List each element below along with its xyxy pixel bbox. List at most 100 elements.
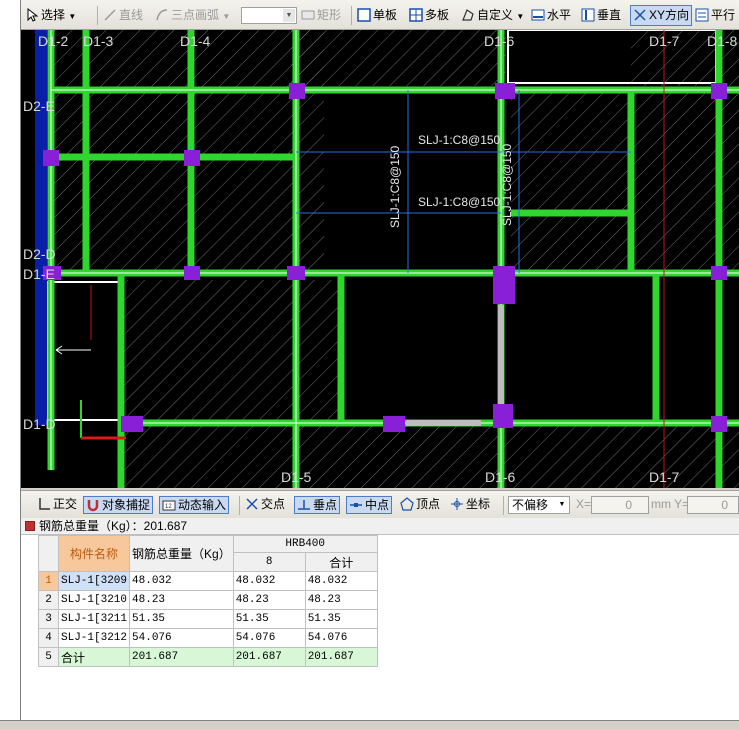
total-weight-title: 钢筋总重量（Kg）：201.687 <box>39 519 188 533</box>
table-row[interactable]: 3 SLJ-1[3211 51.35 51.35 51.35 <box>38 609 378 629</box>
rebar-weight-table: 构件名称 钢筋总重量（Kg） HRB400 8 合计 1 SLJ-1[3209 … <box>38 535 378 667</box>
axis-label: D1-2 <box>38 33 69 49</box>
axis-label: D1-4 <box>180 33 211 49</box>
axis-label: D2-D <box>23 246 56 262</box>
drawing-canvas[interactable]: D1-2 D1-3 D1-4 D1-6 D1-7 D1-8 D2-E D2-D … <box>21 30 739 488</box>
vertical-button[interactable]: 垂直 <box>581 6 621 25</box>
vertical-label: 垂直 <box>597 8 622 22</box>
cell-component-name: SLJ-1[3212 <box>57 628 131 648</box>
intersection-label: 交点 <box>261 497 286 511</box>
row-index: 3 <box>38 609 59 629</box>
separator <box>239 496 240 515</box>
xy-direction-button[interactable]: XY方向 <box>630 5 693 26</box>
ortho-label: 正交 <box>53 497 78 511</box>
midpoint-snap[interactable]: 中点 <box>346 496 393 514</box>
cell-sum: 51.35 <box>304 609 378 629</box>
cell-sum: 54.076 <box>304 628 378 648</box>
select-button[interactable]: 选择 ▼ <box>25 6 76 25</box>
coordinate-snap[interactable]: 坐标 <box>450 496 490 514</box>
single-slab-button[interactable]: 单板 <box>357 6 397 25</box>
draw-toolbar: 选择 ▼ 直线 三点画弧 ▼ ▼ 矩形 单板 多板 自定义 ▼ 水平 垂直 XY… <box>21 0 739 30</box>
row-index: 1 <box>38 571 59 591</box>
dynamic-input-label: 动态输入 <box>178 498 227 512</box>
rectangle-icon <box>301 8 315 22</box>
line-icon <box>103 8 117 22</box>
ortho-toggle[interactable]: 正交 <box>37 496 77 514</box>
rect-label: 矩形 <box>317 8 342 22</box>
arc-button[interactable]: 三点画弧 ▼ <box>155 6 230 25</box>
perpendicular-label: 垂点 <box>313 498 338 512</box>
cursor-arrow-icon <box>25 7 39 22</box>
axis-label: D1-6 <box>484 33 515 49</box>
cell-total-weight: 51.35 <box>129 609 234 629</box>
cell-component-name: SLJ-1[3211 <box>57 609 131 629</box>
parallel-button[interactable]: 平行 <box>695 6 735 25</box>
rebar-label: SLJ-1:C8@150 <box>500 143 514 226</box>
y-input[interactable]: 0 <box>687 496 739 514</box>
x-input[interactable]: 0 <box>591 496 649 514</box>
status-bar <box>0 720 739 729</box>
vertex-icon <box>400 497 414 511</box>
cell-total-weight: 201.687 <box>129 647 234 667</box>
xy-direction-icon <box>633 8 647 22</box>
arc-label: 三点画弧 <box>171 8 220 22</box>
vertex-snap[interactable]: 顶点 <box>400 496 440 514</box>
magnet-icon <box>86 498 100 512</box>
offset-value: 不偏移 <box>512 498 549 512</box>
table-row-total[interactable]: 5 合计 201.687 201.687 201.687 <box>38 647 378 667</box>
custom-button[interactable]: 自定义 ▼ <box>461 6 524 25</box>
svg-text:12: 12 <box>165 504 172 510</box>
arc-mode-select[interactable]: ▼ <box>241 7 297 24</box>
table-row[interactable]: 1 SLJ-1[3209 48.032 48.032 48.032 <box>38 571 378 591</box>
parallel-icon <box>695 8 709 22</box>
cell-sum: 48.23 <box>304 590 378 610</box>
cell-total-weight: 48.23 <box>129 590 234 610</box>
separator <box>503 496 504 515</box>
row-index: 2 <box>38 590 59 610</box>
line-button[interactable]: 直线 <box>103 6 143 25</box>
ortho-icon <box>37 497 51 511</box>
perpendicular-snap[interactable]: 垂点 <box>294 496 341 514</box>
cell-diameter-8: 48.032 <box>232 571 306 591</box>
intersection-snap[interactable]: 交点 <box>245 496 285 514</box>
axis-label: D1-D <box>23 416 56 432</box>
coordinate-icon <box>450 497 464 511</box>
col-grade-hrb400: HRB400 <box>232 535 378 553</box>
multi-slab-icon <box>409 8 423 22</box>
axis-label: D1-6 <box>485 469 516 485</box>
multi-slab-label: 多板 <box>425 8 450 22</box>
multi-slab-button[interactable]: 多板 <box>409 6 449 25</box>
rect-button[interactable]: 矩形 <box>301 6 341 25</box>
horizontal-button[interactable]: 水平 <box>531 6 571 25</box>
x-label: X= <box>576 497 592 511</box>
axis-label: D1-E <box>23 266 55 282</box>
x-value: 0 <box>625 498 632 512</box>
rebar-label: SLJ-1:C8@150 <box>388 145 402 228</box>
parallel-label: 平行 <box>711 8 736 22</box>
cell-diameter-8: 51.35 <box>232 609 306 629</box>
coordinate-label: 坐标 <box>466 497 491 511</box>
col-sum: 合计 <box>304 552 378 572</box>
row-index: 4 <box>38 628 59 648</box>
cell-sum: 201.687 <box>304 647 378 667</box>
vertex-label: 顶点 <box>416 497 441 511</box>
chevron-down-icon: ▼ <box>283 9 295 22</box>
xy-direction-label: XY方向 <box>649 8 690 22</box>
select-label: 选择 <box>41 8 66 22</box>
offset-select[interactable]: 不偏移 ▼ <box>508 496 570 514</box>
perpendicular-icon <box>297 498 311 512</box>
axis-label: D1-3 <box>83 33 114 49</box>
cell-diameter-8: 48.23 <box>232 590 306 610</box>
table-header-bar: 钢筋总重量（Kg）：201.687 <box>21 518 739 535</box>
object-snap-toggle[interactable]: 对象捕捉 <box>83 496 154 514</box>
dynamic-input-toggle[interactable]: 12 动态输入 <box>159 496 230 514</box>
opening-outline <box>47 281 122 421</box>
rebar-weight-panel: 钢筋总重量（Kg）：201.687 构件名称 钢筋总重量（Kg） HRB400 … <box>21 518 739 720</box>
table-row[interactable]: 4 SLJ-1[3212 54.076 54.076 54.076 <box>38 628 378 648</box>
custom-polygon-icon <box>461 8 475 22</box>
col-total-weight[interactable]: 钢筋总重量（Kg） <box>129 535 234 572</box>
col-component-name[interactable]: 构件名称 <box>57 535 131 572</box>
cell-component-name: SLJ-1[3210 <box>57 590 131 610</box>
single-slab-icon <box>357 8 371 22</box>
table-row[interactable]: 2 SLJ-1[3210 48.23 48.23 48.23 <box>38 590 378 610</box>
